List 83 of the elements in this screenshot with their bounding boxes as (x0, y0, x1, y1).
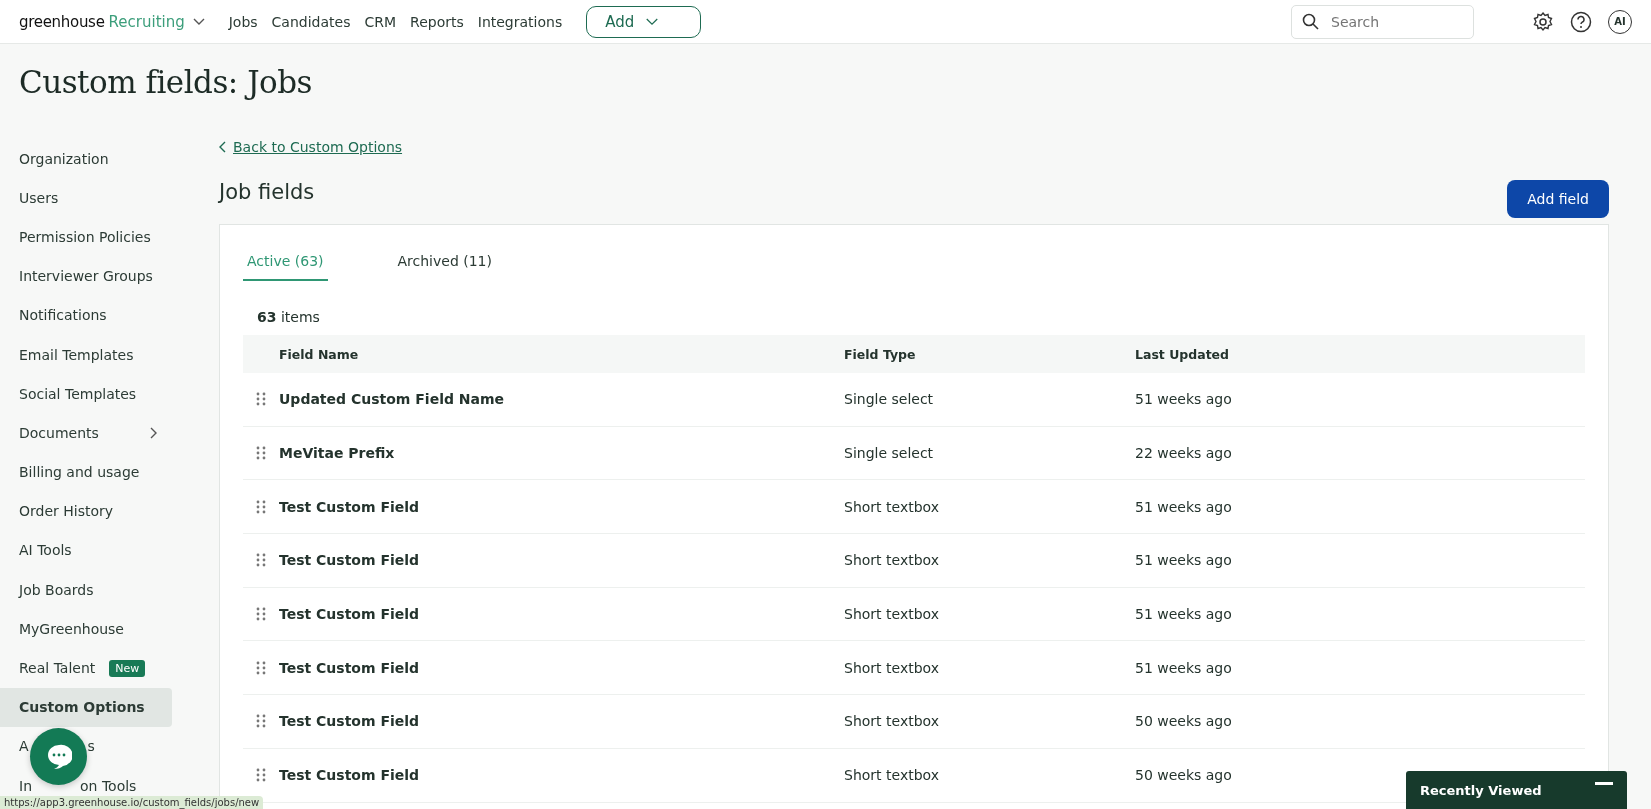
drag-handle-icon[interactable] (256, 499, 266, 514)
table-cell: Test Custom Field (279, 767, 420, 784)
sidebar-item[interactable]: AI Tools (0, 530, 172, 571)
new-badge: New (109, 659, 146, 677)
sidebar-item[interactable]: Social Templates (0, 374, 172, 414)
tab[interactable]: Archived (11) (393, 247, 496, 281)
search-bar[interactable]: Search (1291, 4, 1474, 39)
drag-handle-icon[interactable] (256, 392, 266, 407)
drag-handle-icon[interactable] (256, 714, 266, 729)
sidebar-item[interactable]: Billing and usage (0, 452, 172, 492)
search-field[interactable]: Search (1329, 12, 1449, 31)
minimize-icon[interactable] (1595, 781, 1613, 785)
caret-icon[interactable] (192, 17, 205, 26)
table-cell: Test Custom Field (279, 552, 420, 569)
table-cell: Short textbox (844, 552, 939, 569)
search-icon (1302, 13, 1319, 30)
table-cell: Short textbox (844, 606, 939, 623)
sidebar-item[interactable]: Job Boards (0, 570, 172, 610)
chat-button[interactable] (30, 728, 87, 785)
tab[interactable]: Active (63) (243, 247, 328, 281)
drag-handle-icon[interactable] (256, 553, 266, 568)
item-count: 63 items (257, 309, 321, 325)
drag-handle-icon[interactable] (256, 446, 266, 461)
sidebar-item[interactable]: Users (0, 178, 172, 218)
nav-link[interactable]: Reports (410, 13, 464, 30)
table-cell: MeVitae Prefix (279, 445, 395, 462)
sidebar-label[interactable]: on Tools (80, 777, 137, 794)
caret-icon (646, 17, 659, 26)
sidebar-label[interactable]: Documents (19, 424, 99, 441)
product-name: Recruiting (108, 12, 185, 31)
table-cell: 51 weeks ago (1135, 659, 1232, 676)
brand-logo[interactable]: greenhouse (19, 12, 105, 31)
table-cell: 50 weeks ago (1135, 713, 1232, 730)
chevron-left-icon (219, 141, 227, 153)
table-cell: 50 weeks ago (1135, 767, 1232, 784)
page-title: Custom fields: Jobs (19, 64, 313, 100)
sidebar-label[interactable]: s (87, 738, 95, 755)
status-url: https://app3.greenhouse.io/custom_fields/jobs/new (0, 796, 264, 809)
table-cell: Test Custom Field (279, 659, 420, 676)
column-header[interactable]: Last Updated (1135, 346, 1230, 362)
section-title: Job fields (219, 180, 315, 204)
sidebar-item[interactable]: Permission Policies (0, 217, 172, 257)
table-cell: Single select (844, 445, 934, 462)
sidebar-label[interactable]: Real Talent (19, 660, 96, 677)
column-header[interactable]: Field Type (844, 346, 916, 362)
table-cell: Short textbox (844, 498, 939, 515)
table-cell: Short textbox (844, 659, 939, 676)
table-cell: 51 weeks ago (1135, 498, 1232, 515)
nav-link[interactable]: Jobs (228, 13, 258, 30)
sidebar-item[interactable]: Interviewer Groups (0, 256, 172, 296)
sidebar-item[interactable]: Order History (0, 491, 172, 531)
panel-title: Recently Viewed (1420, 782, 1542, 798)
table-cell: 51 weeks ago (1135, 391, 1232, 408)
table-cell: Short textbox (844, 767, 939, 784)
add-button[interactable]: Add (586, 5, 702, 38)
table-cell: 51 weeks ago (1135, 606, 1232, 623)
table-cell: Test Custom Field (279, 713, 420, 730)
nav-link[interactable]: CRM (364, 13, 397, 30)
table-cell: Updated Custom Field Name (279, 391, 505, 408)
sidebar-item[interactable]: Organization (0, 139, 172, 179)
table-cell: 51 weeks ago (1135, 552, 1232, 569)
sidebar-item[interactable]: Email Templates (0, 334, 172, 375)
table-cell: Single select (844, 391, 934, 408)
table-cell: 22 weeks ago (1135, 445, 1232, 462)
table-cell: Short textbox (844, 713, 939, 730)
back-link[interactable]: Back to Custom Options (219, 139, 403, 155)
sidebar-item[interactable]: MyGreenhouse (0, 609, 172, 649)
sidebar-item[interactable]: Notifications (0, 295, 172, 335)
drag-handle-icon[interactable] (256, 768, 266, 783)
sidebar-item[interactable]: Custom Options (0, 687, 172, 727)
help-icon[interactable] (1570, 10, 1592, 33)
table-cell: Test Custom Field (279, 498, 420, 515)
column-header[interactable]: Field Name (279, 346, 359, 362)
nav-link[interactable]: Candidates (271, 13, 351, 30)
drag-handle-icon[interactable] (256, 607, 266, 622)
sidebar-label[interactable]: In (19, 777, 32, 794)
settings-icon[interactable] (1532, 10, 1554, 33)
table-cell: Test Custom Field (279, 606, 420, 623)
add-field-button[interactable]: Add field (1507, 180, 1609, 218)
chat-icon (45, 743, 72, 770)
sidebar-label[interactable]: A (19, 738, 29, 755)
nav-link[interactable]: Integrations (477, 13, 563, 30)
drag-handle-icon[interactable] (256, 660, 266, 675)
